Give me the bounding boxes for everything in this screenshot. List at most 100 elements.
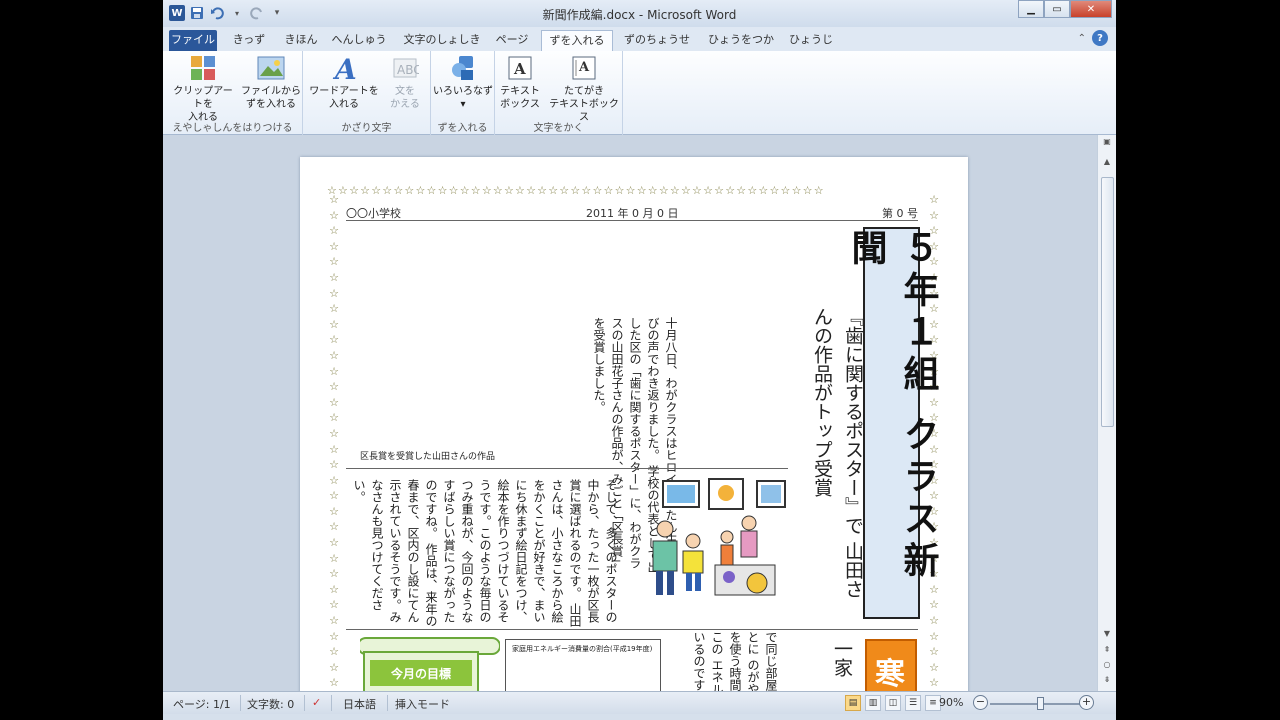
gallery-illustration[interactable] <box>645 477 788 603</box>
shapes-button[interactable]: いろいろなず ▾ <box>433 54 493 111</box>
star-border-top: ☆☆☆☆☆☆☆☆☆☆☆☆☆☆☆☆☆☆☆☆☆☆☆☆☆☆☆☆☆☆☆☆☆☆☆☆☆☆☆☆… <box>327 184 825 197</box>
next-page-icon[interactable]: ⇟ <box>1098 675 1116 691</box>
article-body-3[interactable]: で同じ部屋 目ごとに のがやくそ を使う時間 実はこの エネルギー いるのです <box>690 631 780 691</box>
tab-page[interactable]: ページ <box>489 30 535 51</box>
help-icon[interactable]: ? <box>1092 30 1108 46</box>
zoom-slider-knob[interactable] <box>1036 697 1044 710</box>
proofing-icon[interactable]: ✓ <box>312 696 321 709</box>
tab-table[interactable]: ひょうをつかう <box>703 30 779 66</box>
vertical-textbox-icon: A <box>570 54 598 82</box>
tab-basic[interactable]: きほん <box>279 30 323 51</box>
minimize-button[interactable]: ▁ <box>1018 0 1044 18</box>
change-text-label1: 文を <box>395 86 415 97</box>
photo-caption[interactable]: 区長賞を受賞した山田さんの作品 <box>360 449 495 462</box>
document-page[interactable]: ☆☆☆☆☆☆☆☆☆☆☆☆☆☆☆☆☆☆☆☆☆☆☆☆☆☆☆☆☆☆☆☆☆☆☆☆☆☆☆☆… <box>300 157 968 691</box>
ribbon-group-wordart: A ワードアートを 入れる ABC 文を かえる かざり文字 <box>303 51 431 135</box>
picture-from-file-label1: ファイルから <box>241 86 301 97</box>
tab-right-icons: ⌃ ? <box>1078 30 1108 46</box>
clipart-label1: クリップアートを <box>173 86 233 110</box>
picture-from-file-label2: ずを入れる <box>246 99 296 110</box>
change-text-icon: ABC <box>391 54 422 82</box>
full-screen-view-icon[interactable]: ▥ <box>865 695 881 711</box>
monthly-goal-box[interactable]: 今月の目標 <box>357 632 501 691</box>
document-area[interactable]: ☆☆☆☆☆☆☆☆☆☆☆☆☆☆☆☆☆☆☆☆☆☆☆☆☆☆☆☆☆☆☆☆☆☆☆☆☆☆☆☆… <box>163 135 1097 691</box>
zoom-in-icon[interactable]: + <box>1079 695 1094 710</box>
masthead[interactable]: ５年１組 クラス新聞 <box>846 227 939 619</box>
status-separator <box>304 695 305 711</box>
school-name: 〇〇小学校 <box>346 207 401 220</box>
picture-icon <box>257 54 285 82</box>
browse-object-icon[interactable]: ○ <box>1098 660 1116 676</box>
vertical-textbox-button[interactable]: A たてがき テキストボックス <box>547 54 621 124</box>
zoom-out-icon[interactable]: − <box>973 695 988 710</box>
insert-mode[interactable]: 挿入モード <box>395 696 450 712</box>
group-label-shapes: ずを入れる <box>437 123 488 134</box>
divider-line <box>346 468 788 469</box>
close-button[interactable]: ✕ <box>1070 0 1112 18</box>
ribbon-tabs: ファイル きっず きほん へんしゅう 文字のしょしき ページ ずを入れる ずのち… <box>163 27 1116 66</box>
shapes-label2: ▾ <box>460 99 466 110</box>
zoom-level[interactable]: 90% <box>939 696 963 709</box>
headline-3[interactable]: 一家 <box>830 639 854 691</box>
scroll-up-icon[interactable]: ▲ <box>1098 157 1116 173</box>
newspaper-header: 〇〇小学校 2011 年 0 月 0 日 第 0 号 <box>346 203 918 221</box>
change-text-button[interactable]: ABC 文を かえる <box>383 54 427 111</box>
word-window: W ▾ ▾ 新聞作成編.docx - Microsoft Word ▁ ▭ ✕ … <box>163 0 1116 720</box>
cold-label: 寒い <box>875 657 905 691</box>
energy-chart-box[interactable]: 家庭用エネルギー消費量の割合(平成19年度) <box>505 639 661 691</box>
divider-line-2 <box>346 629 918 630</box>
wordart-label2: 入れる <box>329 99 359 110</box>
wordart-button[interactable]: A ワードアートを 入れる <box>309 53 379 111</box>
textbox-icon: A <box>506 54 534 82</box>
change-text-label2: かえる <box>390 99 420 110</box>
shapes-label1: いろいろなず <box>433 86 493 97</box>
ribbon-group-shapes: いろいろなず ▾ ずを入れる <box>431 51 495 135</box>
article-body-2[interactable]: そして、多くのポスターの中から、たった一枚が区長賞に選ばれるのです。 山田さんは… <box>350 479 620 629</box>
tab-insert-picture[interactable]: ずを入れる <box>541 30 613 51</box>
group-label-wordart: かざり文字 <box>341 123 392 134</box>
tab-view[interactable]: ひょうじ <box>785 30 837 51</box>
page-count[interactable]: ページ: 1/1 <box>173 696 231 712</box>
vertical-textbox-label1: たてがき <box>564 86 604 97</box>
wordart-icon: A <box>330 53 358 86</box>
group-label-textbox: 文字をかく <box>533 123 584 134</box>
zoom-slider[interactable] <box>990 697 1090 710</box>
outline-view-icon[interactable]: ☰ <box>905 695 921 711</box>
vertical-scrollbar[interactable]: ▣ ▲ ▼ ⇞ ○ ⇟ <box>1097 135 1116 691</box>
textbox-label1: テキスト <box>500 86 540 97</box>
word-count[interactable]: 文字数: 0 <box>247 696 294 712</box>
ribbon: クリップアートを 入れる ファイルから ずを入れる えやしゃしんをはりつける A… <box>163 51 1116 135</box>
tab-picture-adjust[interactable]: ずのちょうせい <box>619 30 695 66</box>
window-controls: ▁ ▭ ✕ <box>1018 0 1112 18</box>
scroll-thumb[interactable] <box>1101 177 1114 427</box>
tab-text-format[interactable]: 文字のしょしき <box>399 30 485 51</box>
print-layout-view-icon[interactable]: ▤ <box>845 695 861 711</box>
prev-page-icon[interactable]: ⇞ <box>1098 645 1116 661</box>
tab-file[interactable]: ファイル <box>169 30 217 51</box>
cold-label-box[interactable]: 寒い <box>865 639 917 691</box>
tab-kids[interactable]: きっず <box>225 30 273 51</box>
shapes-icon <box>449 54 477 82</box>
status-separator <box>387 695 388 711</box>
textbox-label2: ボックス <box>500 99 540 110</box>
scroll-down-icon[interactable]: ▼ <box>1098 629 1116 645</box>
headline[interactable]: 『歯に関するポスター』で 山田さんの作品がトップ受賞 <box>806 307 868 607</box>
status-separator <box>331 695 332 711</box>
picture-from-file-button[interactable]: ファイルから ずを入れる <box>239 54 303 111</box>
web-layout-view-icon[interactable]: ◫ <box>885 695 901 711</box>
maximize-button[interactable]: ▭ <box>1044 0 1070 18</box>
wordart-label1: ワードアートを <box>309 86 379 97</box>
group-label-pictures: えやしゃしんをはりつける <box>172 123 293 134</box>
clipart-button[interactable]: クリップアートを 入れる <box>169 54 237 124</box>
monthly-goal-label: 今月の目標 <box>390 667 451 681</box>
minimize-ribbon-icon[interactable]: ⌃ <box>1078 33 1086 44</box>
energy-chart-title: 家庭用エネルギー消費量の割合(平成19年度) <box>512 645 653 653</box>
tab-edit[interactable]: へんしゅう <box>329 30 389 51</box>
ribbon-group-textbox: A テキスト ボックス A たてがき テキストボックス 文字をかく <box>495 51 623 135</box>
status-bar: ページ: 1/1 文字数: 0 ✓ 日本語 挿入モード ▤ ▥ ◫ ☰ ≡ 90… <box>163 691 1116 714</box>
star-border-left: ☆ ☆ ☆ ☆ ☆ ☆ ☆ ☆ ☆ ☆ ☆ ☆ ☆ ☆ ☆ ☆ ☆ ☆ ☆ ☆ … <box>329 193 339 690</box>
textbox-button[interactable]: A テキスト ボックス <box>497 54 543 111</box>
language[interactable]: 日本語 <box>343 696 376 712</box>
ruler-toggle-icon[interactable]: ▣ <box>1098 137 1116 153</box>
right-letterbox <box>1116 0 1280 720</box>
